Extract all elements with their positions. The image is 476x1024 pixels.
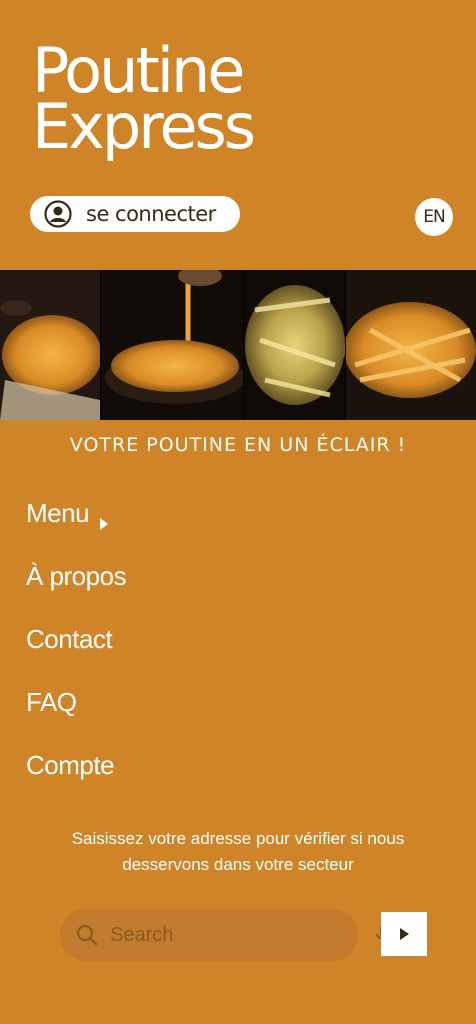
food-banner	[0, 270, 476, 420]
info-line2: desservons dans votre secteur	[122, 855, 354, 874]
language-toggle[interactable]: EN	[415, 198, 453, 236]
nav-item-menu[interactable]: Menu	[26, 498, 109, 530]
nav-item-about[interactable]: À propos	[26, 561, 127, 592]
search-input[interactable]	[110, 923, 375, 947]
brand-logo[interactable]: Poutine Express	[32, 40, 262, 166]
address-info: Saisissez votre adresse pour vérifier si…	[0, 826, 476, 878]
address-search-bar[interactable]	[60, 909, 392, 961]
login-button[interactable]: se connecter	[30, 196, 240, 232]
brand-line2: Express	[32, 90, 256, 163]
info-line1: Saisissez votre adresse pour vérifier si…	[71, 829, 405, 848]
search-icon	[76, 924, 98, 946]
nav-item-label: Menu	[26, 498, 90, 528]
submit-address-button[interactable]	[381, 912, 427, 956]
play-arrow-icon	[400, 928, 409, 940]
nav-item-faq[interactable]: FAQ	[26, 687, 77, 718]
nav-item-contact[interactable]: Contact	[26, 624, 113, 655]
login-label: se connecter	[86, 202, 216, 226]
user-icon	[44, 200, 72, 228]
caret-right-icon	[99, 507, 109, 530]
nav-item-account[interactable]: Compte	[26, 750, 115, 781]
tagline: VOTRE POUTINE EN UN ÉCLAIR !	[69, 434, 407, 456]
